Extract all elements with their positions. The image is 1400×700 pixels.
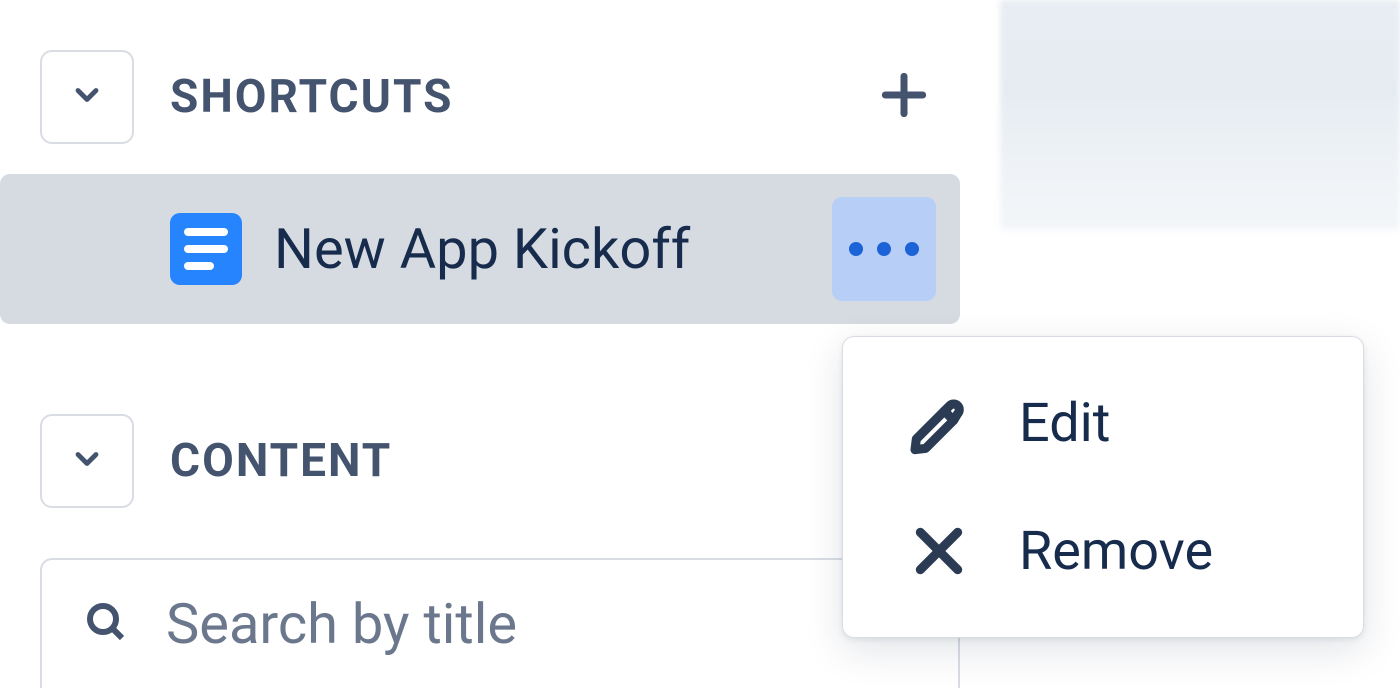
shortcut-more-button[interactable] (832, 197, 936, 301)
menu-item-label: Edit (1019, 392, 1110, 455)
close-icon (903, 515, 975, 587)
plus-icon (876, 67, 932, 127)
pencil-icon (903, 387, 975, 459)
page-icon (170, 213, 242, 285)
search-placeholder: Search by title (166, 591, 517, 657)
menu-item-label: Remove (1019, 520, 1213, 583)
content-search-input[interactable]: Search by title (40, 558, 960, 688)
shortcuts-collapse-toggle[interactable] (40, 50, 134, 144)
content-collapse-toggle[interactable] (40, 414, 134, 508)
chevron-down-icon (69, 77, 105, 117)
menu-item-edit[interactable]: Edit (843, 359, 1363, 487)
chevron-down-icon (69, 441, 105, 481)
shortcuts-title: SHORTCUTS (170, 70, 832, 124)
search-icon (82, 598, 130, 650)
shortcuts-section-header: SHORTCUTS (0, 0, 1000, 174)
header-banner (1000, 0, 1400, 230)
shortcut-context-menu: Edit Remove (842, 336, 1364, 638)
menu-item-remove[interactable]: Remove (843, 487, 1363, 615)
shortcut-item-label: New App Kickoff (274, 216, 800, 282)
more-horizontal-icon (849, 242, 919, 256)
content-title: CONTENT (170, 434, 832, 488)
add-shortcut-button[interactable] (868, 61, 940, 133)
shortcut-item[interactable]: New App Kickoff (0, 174, 960, 324)
